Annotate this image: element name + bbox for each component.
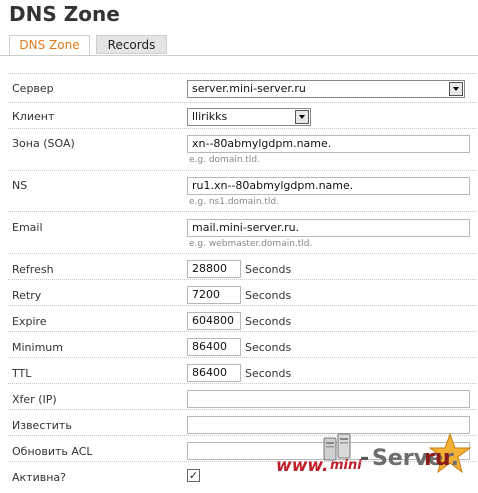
watermark-ru: ru — [424, 446, 451, 471]
active-checkbox[interactable]: ✓ — [187, 469, 200, 482]
minimum-input[interactable]: 86400 — [187, 338, 241, 356]
zone-hint: e.g. domain.tld. — [189, 155, 261, 165]
email-input[interactable]: mail.mini-server.ru. — [187, 219, 470, 237]
watermark-www: www. — [276, 456, 329, 476]
refresh-row: Refresh 28800 Seconds — [8, 253, 478, 279]
xfer-label: Xfer (IP) — [12, 393, 57, 406]
client-select-value: llirikks — [192, 110, 228, 123]
refresh-label: Refresh — [12, 263, 54, 276]
expire-unit: Seconds — [245, 315, 292, 328]
refresh-input[interactable]: 28800 — [187, 260, 241, 278]
chevron-down-icon[interactable] — [295, 110, 309, 124]
email-label: Email — [12, 221, 43, 234]
ns-hint: e.g. ns1.domain.tld. — [189, 197, 279, 207]
tab-dns-zone[interactable]: DNS Zone — [9, 35, 90, 55]
ttl-unit: Seconds — [245, 367, 292, 380]
client-label: Клиент — [12, 110, 55, 123]
refresh-unit: Seconds — [245, 263, 292, 276]
ns-label: NS — [12, 179, 28, 192]
email-row: Email mail.mini-server.ru. e.g. webmaste… — [8, 211, 478, 253]
ttl-row: TTL 86400 Seconds — [8, 357, 478, 383]
retry-label: Retry — [12, 289, 42, 302]
xfer-input[interactable] — [187, 390, 470, 408]
watermark-dash: - — [360, 446, 370, 471]
active-label: Активна? — [12, 471, 66, 484]
expire-row: Expire 604800 Seconds — [8, 305, 478, 331]
chevron-down-icon[interactable] — [449, 82, 463, 96]
retry-row: Retry 7200 Seconds — [8, 279, 478, 305]
ns-row: NS ru1.xn--80abmylgdpm.name. e.g. ns1.do… — [8, 170, 478, 211]
expire-label: Expire — [12, 315, 47, 328]
page-title: DNS Zone — [9, 2, 120, 26]
server-select[interactable]: server.mini-server.ru — [187, 80, 465, 98]
server-label: Сервер — [12, 82, 54, 95]
ns-input[interactable]: ru1.xn--80abmylgdpm.name. — [187, 177, 470, 195]
zone-label: Зона (SOA) — [12, 137, 75, 150]
minimum-unit: Seconds — [245, 341, 292, 354]
watermark-logo: www. mini - Server. ru — [276, 432, 476, 490]
minimum-row: Minimum 86400 Seconds — [8, 331, 478, 357]
client-select[interactable]: llirikks — [187, 108, 311, 126]
expire-input[interactable]: 604800 — [187, 312, 241, 330]
ttl-input[interactable]: 86400 — [187, 364, 241, 382]
retry-unit: Seconds — [245, 289, 292, 302]
email-hint: e.g. webmaster.domain.tld. — [189, 239, 313, 249]
tab-bar: DNS Zone Records — [0, 35, 478, 56]
update-acl-label: Обновить ACL — [12, 445, 93, 458]
watermark-mini: mini — [330, 458, 362, 473]
zone-row: Зона (SOA) xn--80abmylgdpm.name. e.g. do… — [8, 128, 478, 170]
xfer-row: Xfer (IP) — [8, 383, 478, 409]
zone-input[interactable]: xn--80abmylgdpm.name. — [187, 135, 470, 153]
retry-input[interactable]: 7200 — [187, 286, 241, 304]
minimum-label: Minimum — [12, 341, 63, 354]
ttl-label: TTL — [12, 367, 32, 380]
server-row: Сервер server.mini-server.ru — [8, 73, 478, 102]
tab-records[interactable]: Records — [96, 35, 167, 54]
notify-label: Известить — [12, 419, 72, 432]
client-row: Клиент llirikks — [8, 102, 478, 128]
server-select-value: server.mini-server.ru — [192, 82, 306, 95]
